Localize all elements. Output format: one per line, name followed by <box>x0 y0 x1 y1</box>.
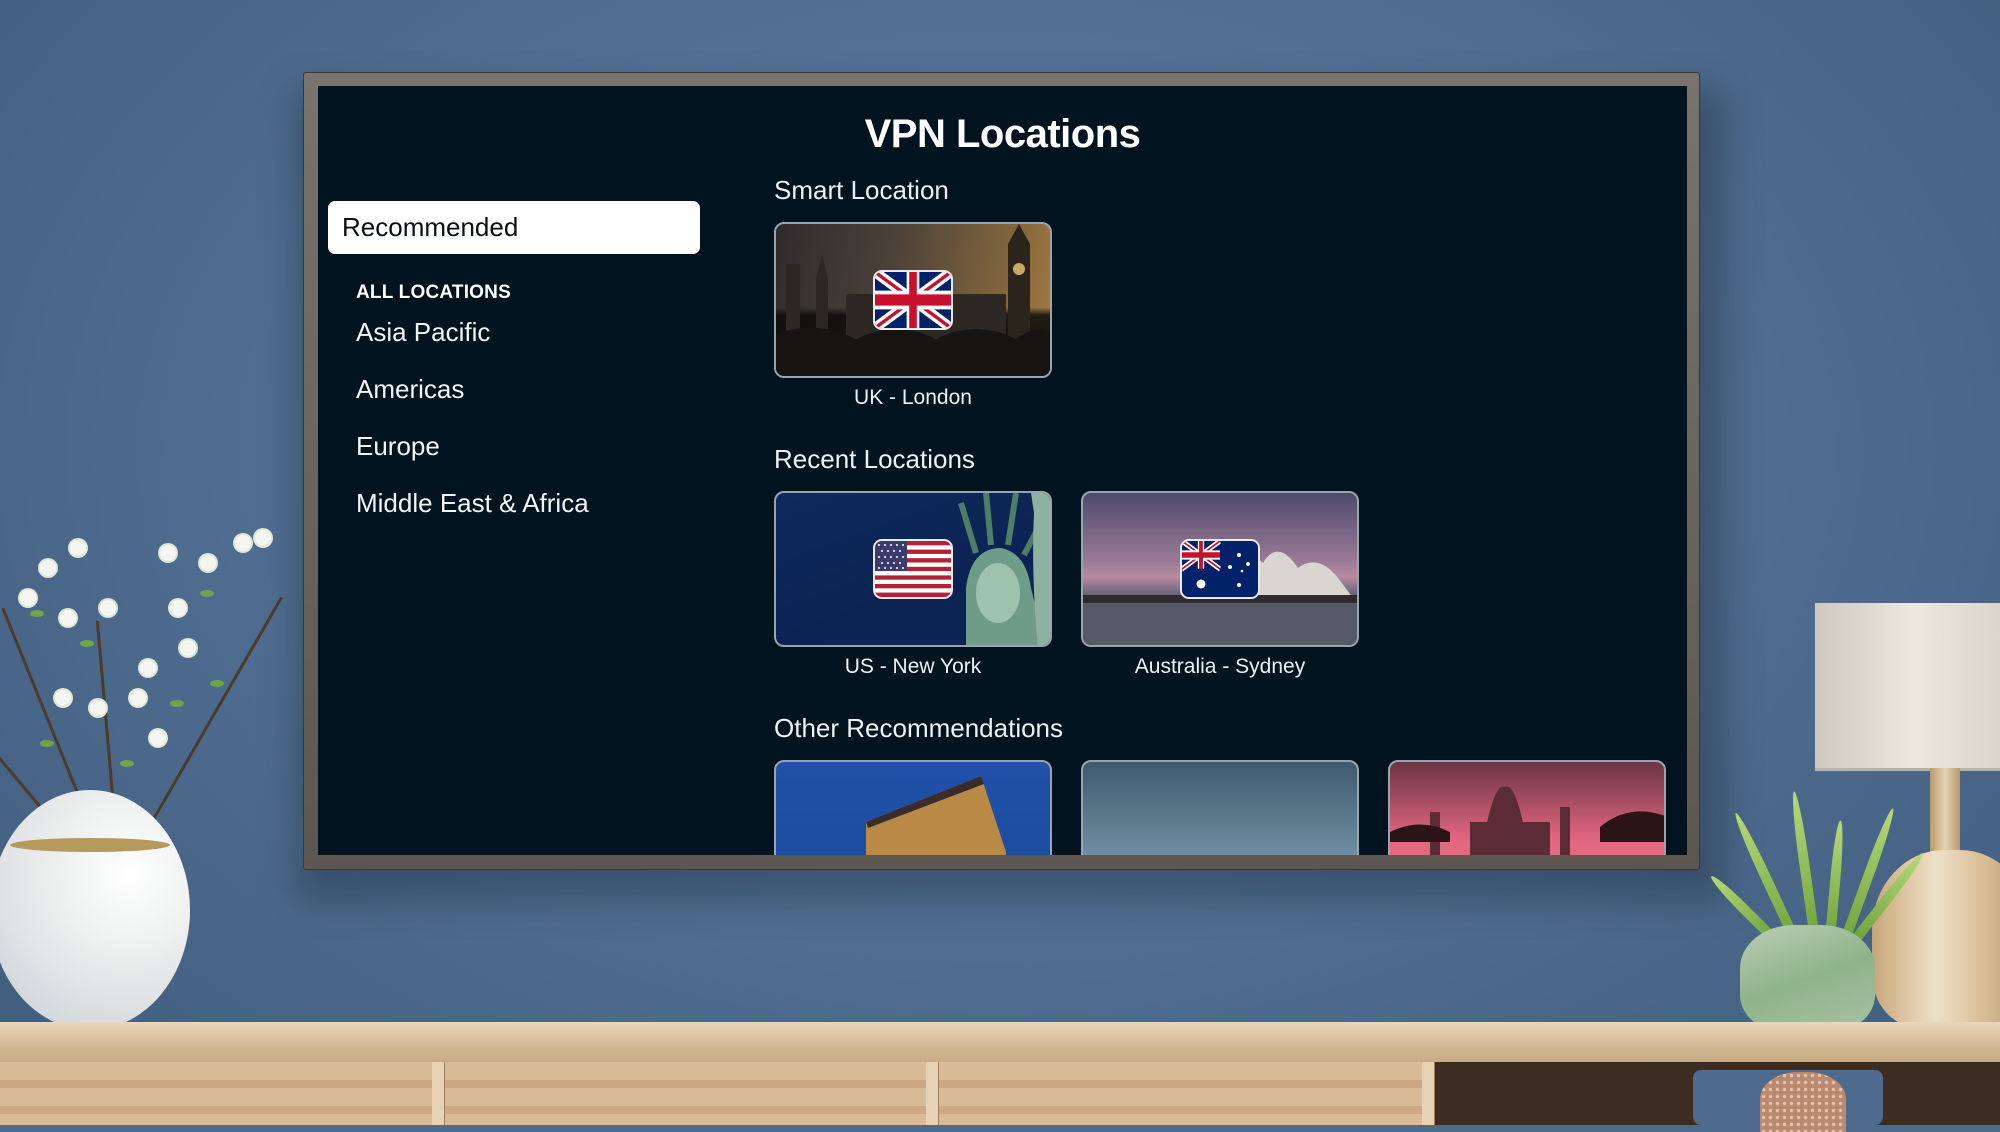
sidebar-heading-all-locations: ALL LOCATIONS <box>356 282 511 303</box>
recent-locations-row: US - New York Australia - Sydney <box>774 491 1687 681</box>
victoria-memorial-silhouette <box>1390 786 1664 855</box>
location-card-australia-sydney[interactable]: Australia - Sydney <box>1081 491 1359 681</box>
shelf-divider <box>1422 1062 1434 1125</box>
location-tile-kolkata[interactable] <box>1388 760 1666 855</box>
tv-screen: VPN Locations Recommended ALL LOCATIONS … <box>318 86 1687 855</box>
location-tile-london[interactable] <box>774 222 1052 378</box>
section-title-recent-locations: Recent Locations <box>774 444 975 474</box>
page-title: VPN Locations <box>864 112 1141 156</box>
location-label: UK - London <box>854 386 972 409</box>
lamp-base <box>1872 850 2000 1028</box>
location-label: Australia - Sydney <box>1134 655 1306 678</box>
other-recommendations-row <box>774 760 1687 855</box>
location-card-france[interactable] <box>774 760 1052 855</box>
sidebar-item-recommended[interactable]: Recommended <box>328 201 700 254</box>
section-title-other-recommendations: Other Recommendations <box>774 713 1064 743</box>
location-card-india[interactable] <box>1388 760 1666 855</box>
sidebar-item-americas[interactable]: Americas <box>328 361 700 418</box>
green-pot <box>1740 925 1875 1033</box>
location-tile-paris[interactable] <box>774 760 1052 855</box>
location-card-other[interactable] <box>1081 760 1359 855</box>
shelf-divider <box>926 1062 938 1125</box>
smart-location-row: UK - London <box>774 222 1687 412</box>
location-label: US - New York <box>844 655 982 678</box>
section-title-smart-location: Smart Location <box>774 175 949 205</box>
location-tile-sky[interactable] <box>1081 760 1359 855</box>
sidebar: Recommended ALL LOCATIONS Asia Pacific A… <box>328 201 700 532</box>
sidebar-item-middle-east-africa[interactable]: Middle East & Africa <box>328 475 700 532</box>
sidebar-item-asia-pacific[interactable]: Asia Pacific <box>328 304 700 361</box>
australia-flag-icon <box>1180 539 1260 599</box>
location-card-us-new-york[interactable]: US - New York <box>774 491 1052 681</box>
tv-frame: VPN Locations Recommended ALL LOCATIONS … <box>303 72 1700 870</box>
location-tile-new-york[interactable] <box>774 491 1052 647</box>
shelf-divider <box>432 1062 444 1125</box>
sidebar-item-europe[interactable]: Europe <box>328 418 700 475</box>
lamp-shade <box>1815 603 2000 771</box>
textured-vase <box>1760 1072 1846 1132</box>
shelf-top <box>0 1022 2000 1062</box>
shelf-front <box>0 1062 1430 1125</box>
location-card-uk-london[interactable]: UK - London <box>774 222 1052 412</box>
main-content: Smart Location UK - London Recent Locati… <box>774 172 1687 855</box>
arc-de-triomphe <box>866 776 1006 855</box>
us-flag-icon <box>873 539 953 599</box>
location-tile-sydney[interactable] <box>1081 491 1359 647</box>
vase-rim <box>10 838 170 852</box>
uk-flag-icon <box>873 270 953 330</box>
